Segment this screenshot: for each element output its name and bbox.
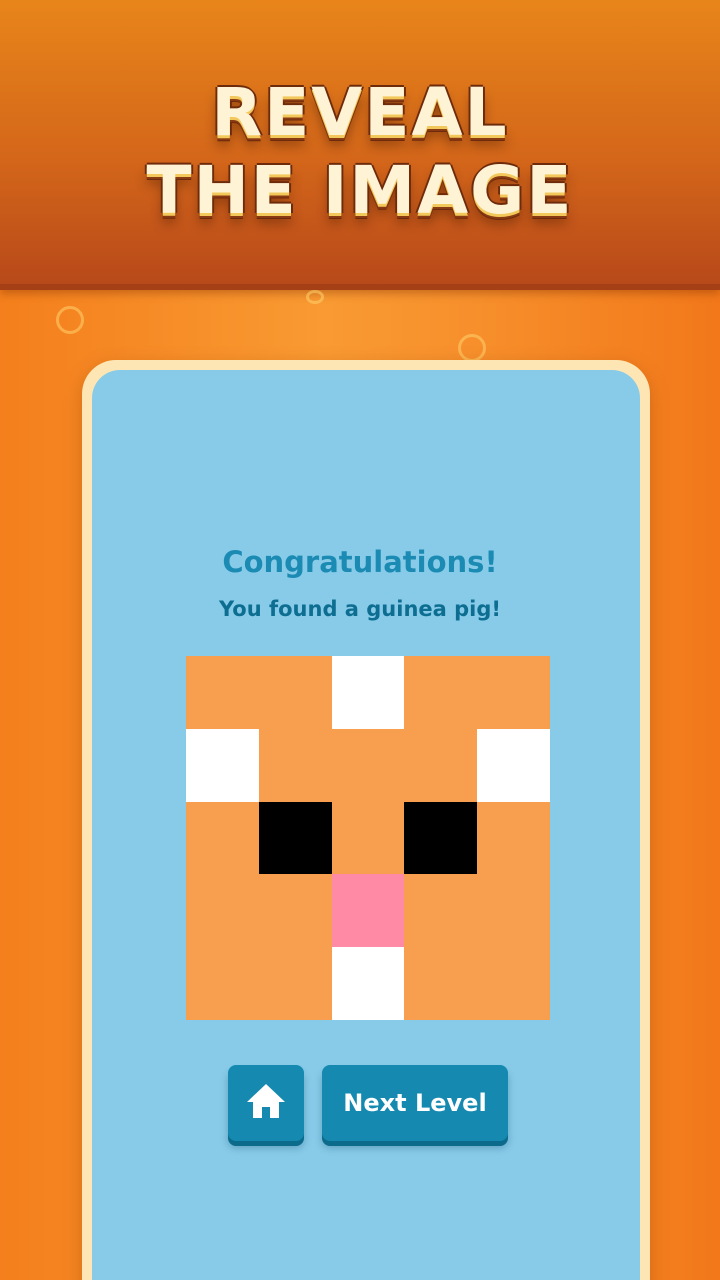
pixel-cell <box>258 728 332 802</box>
home-button[interactable] <box>228 1065 304 1141</box>
pixel-cell <box>258 656 332 729</box>
header-banner: REVEAL THE IMAGE <box>0 0 720 290</box>
next-level-button[interactable]: Next Level <box>322 1065 508 1141</box>
pixel-cell <box>331 728 405 802</box>
pixel-cell <box>404 728 478 802</box>
bubble-decoration <box>56 306 84 334</box>
pixel-cell <box>331 947 405 1020</box>
pixel-cell <box>404 656 478 729</box>
pixel-cell <box>404 874 478 948</box>
pixel-cell <box>258 947 332 1020</box>
pixel-cell <box>258 874 332 948</box>
found-message: You found a guinea pig! <box>219 597 501 621</box>
revealed-pixel-image <box>186 656 550 1020</box>
pixel-cell <box>186 801 259 875</box>
pixel-cell <box>331 801 405 875</box>
pixel-cell <box>186 728 259 802</box>
bubble-decoration <box>306 290 324 304</box>
pixel-cell <box>477 728 550 802</box>
bubble-decoration <box>458 334 486 362</box>
pixel-cell <box>331 656 405 729</box>
title-line-2: THE IMAGE <box>146 152 574 229</box>
pixel-cell <box>477 874 550 948</box>
pixel-cell <box>404 801 478 875</box>
pixel-cell <box>404 947 478 1020</box>
pixel-cell <box>477 947 550 1020</box>
title-line-1: REVEAL <box>211 74 509 151</box>
pixel-cell <box>477 656 550 729</box>
pixel-cell <box>186 656 259 729</box>
pixel-cell <box>186 874 259 948</box>
congratulations-heading: Congratulations! <box>222 545 498 579</box>
pixel-cell <box>186 947 259 1020</box>
pixel-cell <box>258 801 332 875</box>
pixel-cell <box>331 874 405 948</box>
pixel-cell <box>477 801 550 875</box>
home-icon <box>244 1081 288 1125</box>
